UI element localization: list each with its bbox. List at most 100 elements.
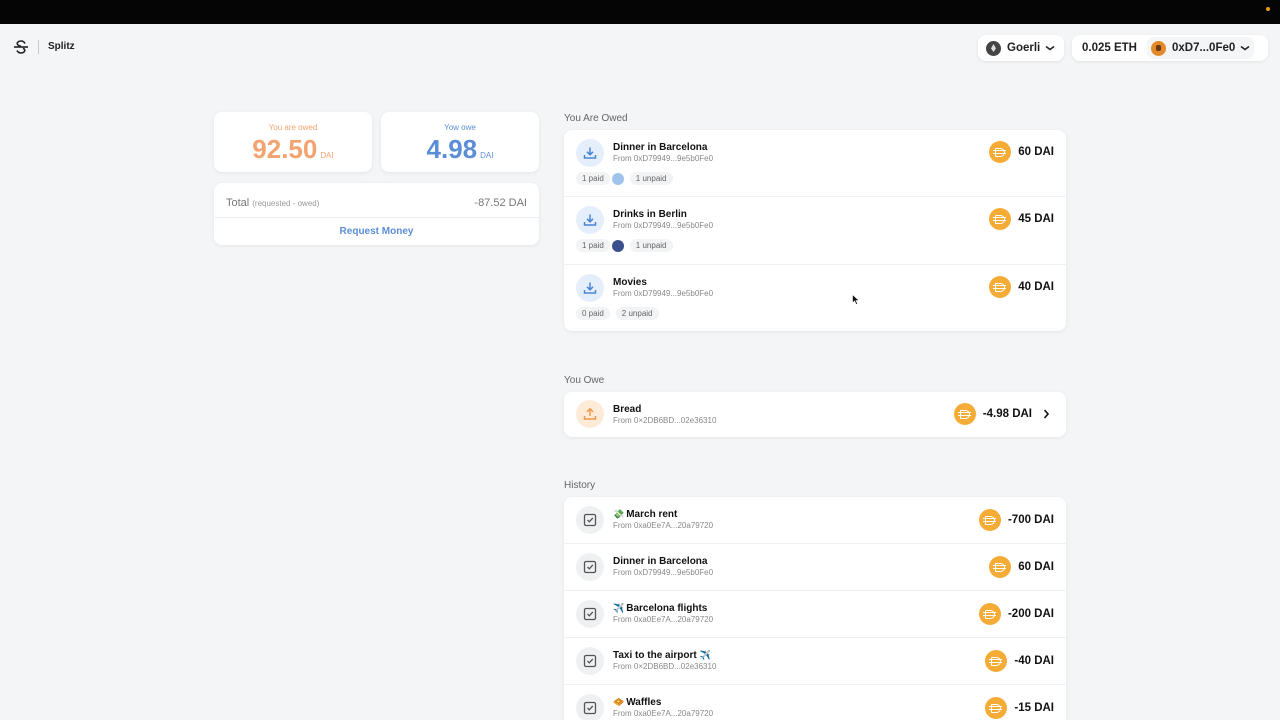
- request-money-button[interactable]: Request Money: [214, 226, 539, 237]
- owed-item[interactable]: Movies From 0xD79949...9e5b0Fe0 40 DAI 0…: [564, 265, 1066, 331]
- item-from: From 0xD79949...9e5b0Fe0: [613, 154, 714, 163]
- item-amount: 40 DAI: [989, 276, 1054, 298]
- you-owe-label: Yow owe: [444, 123, 476, 132]
- mouse-cursor-icon: [852, 294, 860, 305]
- item-from: From 0×2DB6BD...02e36310: [613, 416, 717, 425]
- you-owe-list: Bread From 0×2DB6BD...02e36310 -4.98 DAI: [564, 392, 1066, 437]
- wallet-button[interactable]: 0.025 ETH 0xD7...0Fe0: [1072, 35, 1268, 61]
- you-owe-card: Yow owe 4.98 DAI: [381, 112, 539, 172]
- you-are-owed-amount: 92.50 DAI: [214, 134, 372, 165]
- dai-coin-icon: [989, 208, 1012, 230]
- os-top-bar: [0, 0, 1280, 24]
- receipt-check-icon: [576, 694, 604, 720]
- item-amount-value: -700 DAI: [1007, 514, 1054, 526]
- item-amount: 45 DAI: [989, 208, 1054, 230]
- item-amount-value: -4.98 DAI: [982, 408, 1032, 420]
- splitz-logo-icon[interactable]: [13, 40, 29, 54]
- item-amount-value: 45 DAI: [1018, 213, 1054, 225]
- item-amount-value: 60 DAI: [1018, 561, 1054, 573]
- total-row: Total (requested - owed) -87.52 DAI: [226, 192, 527, 214]
- download-icon: [576, 274, 604, 302]
- item-title-text: Barcelona flights: [626, 603, 708, 614]
- item-emoji: 💸: [613, 509, 625, 519]
- owed-amount-value: 92.50: [252, 134, 318, 164]
- owed-unit: DAI: [320, 151, 334, 160]
- receipt-check-icon: [576, 553, 604, 581]
- ethereum-icon: [986, 40, 1001, 56]
- receipt-check-icon: [576, 647, 604, 675]
- item-title: Taxi to the airport ✈️: [613, 650, 713, 661]
- history-item[interactable]: 🧇 Waffles From 0xa0Ee7A...20a79720 -15 DA…: [564, 685, 1066, 720]
- upload-icon: [576, 400, 604, 428]
- item-emoji: ✈️: [699, 650, 711, 660]
- payment-status: 0 paid 2 unpaid: [576, 307, 662, 320]
- network-selector[interactable]: Goerli: [978, 35, 1064, 61]
- item-title: Movies: [613, 277, 647, 288]
- item-amount: -40 DAI: [985, 650, 1054, 672]
- status-dot: [1266, 7, 1270, 11]
- item-title: 💸 March rent: [613, 509, 677, 520]
- unpaid-badge: 2 unpaid: [615, 307, 659, 320]
- dai-coin-icon: [989, 556, 1012, 578]
- history-list: 💸 March rent From 0xa0Ee7A...20a79720 -70…: [564, 497, 1066, 720]
- item-amount: -700 DAI: [978, 509, 1054, 531]
- payer-avatar: [611, 172, 624, 185]
- item-from: From 0xa0Ee7A...20a79720: [613, 615, 714, 624]
- item-title: Dinner in Barcelona: [613, 142, 708, 153]
- account-address: 0xD7...0Fe0: [1171, 42, 1236, 54]
- owe-amount-value: 4.98: [426, 134, 478, 164]
- network-name: Goerli: [1007, 42, 1041, 54]
- item-title-text: March rent: [626, 509, 678, 520]
- payment-status: 1 paid 1 unpaid: [576, 239, 676, 252]
- download-icon: [576, 206, 604, 234]
- chevron-down-icon: [1045, 45, 1055, 51]
- you-owe-amount: 4.98 DAI: [381, 134, 539, 165]
- item-amount-value: -200 DAI: [1007, 608, 1054, 620]
- item-amount: -4.98 DAI: [953, 403, 1050, 425]
- paid-badge: 1 paid: [576, 172, 610, 185]
- item-title-text: Taxi to the airport: [613, 650, 697, 661]
- payer-avatar: [611, 239, 624, 252]
- total-label: Total (requested - owed): [226, 197, 319, 209]
- unpaid-badge: 1 unpaid: [629, 172, 673, 185]
- item-from: From 0xD79949...9e5b0Fe0: [613, 221, 714, 230]
- item-from: From 0xa0Ee7A...20a79720: [613, 709, 714, 718]
- item-from: From 0xD79949...9e5b0Fe0: [613, 289, 714, 298]
- dai-coin-icon: [978, 509, 1001, 531]
- unpaid-badge: 1 unpaid: [629, 239, 673, 252]
- you-are-owed-list: Dinner in Barcelona From 0xD79949...9e5b…: [564, 130, 1066, 331]
- app-header: Splitz Goerli 0.025 ETH 0xD7...0Fe0: [0, 24, 1280, 70]
- owe-item[interactable]: Bread From 0×2DB6BD...02e36310 -4.98 DAI: [564, 392, 1066, 437]
- dai-coin-icon: [989, 141, 1012, 163]
- owed-item[interactable]: Dinner in Barcelona From 0xD79949...9e5b…: [564, 130, 1066, 197]
- dai-coin-icon: [989, 276, 1012, 298]
- owed-item[interactable]: Drinks in Berlin From 0xD79949...9e5b0Fe…: [564, 197, 1066, 265]
- chevron-right-icon[interactable]: [1042, 409, 1050, 419]
- you-owe-title: You Owe: [564, 375, 605, 386]
- item-title: Bread: [613, 404, 642, 415]
- item-title: Dinner in Barcelona: [613, 556, 708, 567]
- history-item[interactable]: Taxi to the airport ✈️ From 0×2DB6BD...0…: [564, 638, 1066, 685]
- receipt-check-icon: [576, 600, 604, 628]
- you-are-owed-card: You are owed 92.50 DAI: [214, 112, 372, 172]
- dai-coin-icon: [985, 697, 1008, 719]
- item-from: From 0xa0Ee7A...20a79720: [613, 521, 714, 530]
- you-are-owed-label: You are owed: [268, 123, 318, 132]
- item-emoji: 🧇: [613, 697, 625, 707]
- history-item[interactable]: Dinner in Barcelona From 0xD79949...9e5b…: [564, 544, 1066, 591]
- item-from: From 0xD79949...9e5b0Fe0: [613, 568, 714, 577]
- paid-badge: 1 paid: [576, 239, 610, 252]
- account-button[interactable]: 0xD7...0Fe0: [1146, 37, 1255, 59]
- history-item[interactable]: 💸 March rent From 0xa0Ee7A...20a79720 -70…: [564, 497, 1066, 544]
- item-amount-value: -40 DAI: [1014, 655, 1054, 667]
- download-icon: [576, 139, 604, 167]
- item-amount: 60 DAI: [989, 141, 1054, 163]
- you-are-owed-title: You Are Owed: [564, 113, 628, 124]
- chevron-down-icon: [1240, 45, 1250, 51]
- eth-balance: 0.025 ETH: [1082, 42, 1137, 54]
- total-value: -87.52 DAI: [474, 197, 527, 209]
- history-item[interactable]: ✈️ Barcelona flights From 0xa0Ee7A...20a7…: [564, 591, 1066, 638]
- payment-status: 1 paid 1 unpaid: [576, 172, 676, 185]
- item-title-text: Waffles: [626, 697, 662, 708]
- total-card: Total (requested - owed) -87.52 DAI Reque…: [214, 183, 539, 245]
